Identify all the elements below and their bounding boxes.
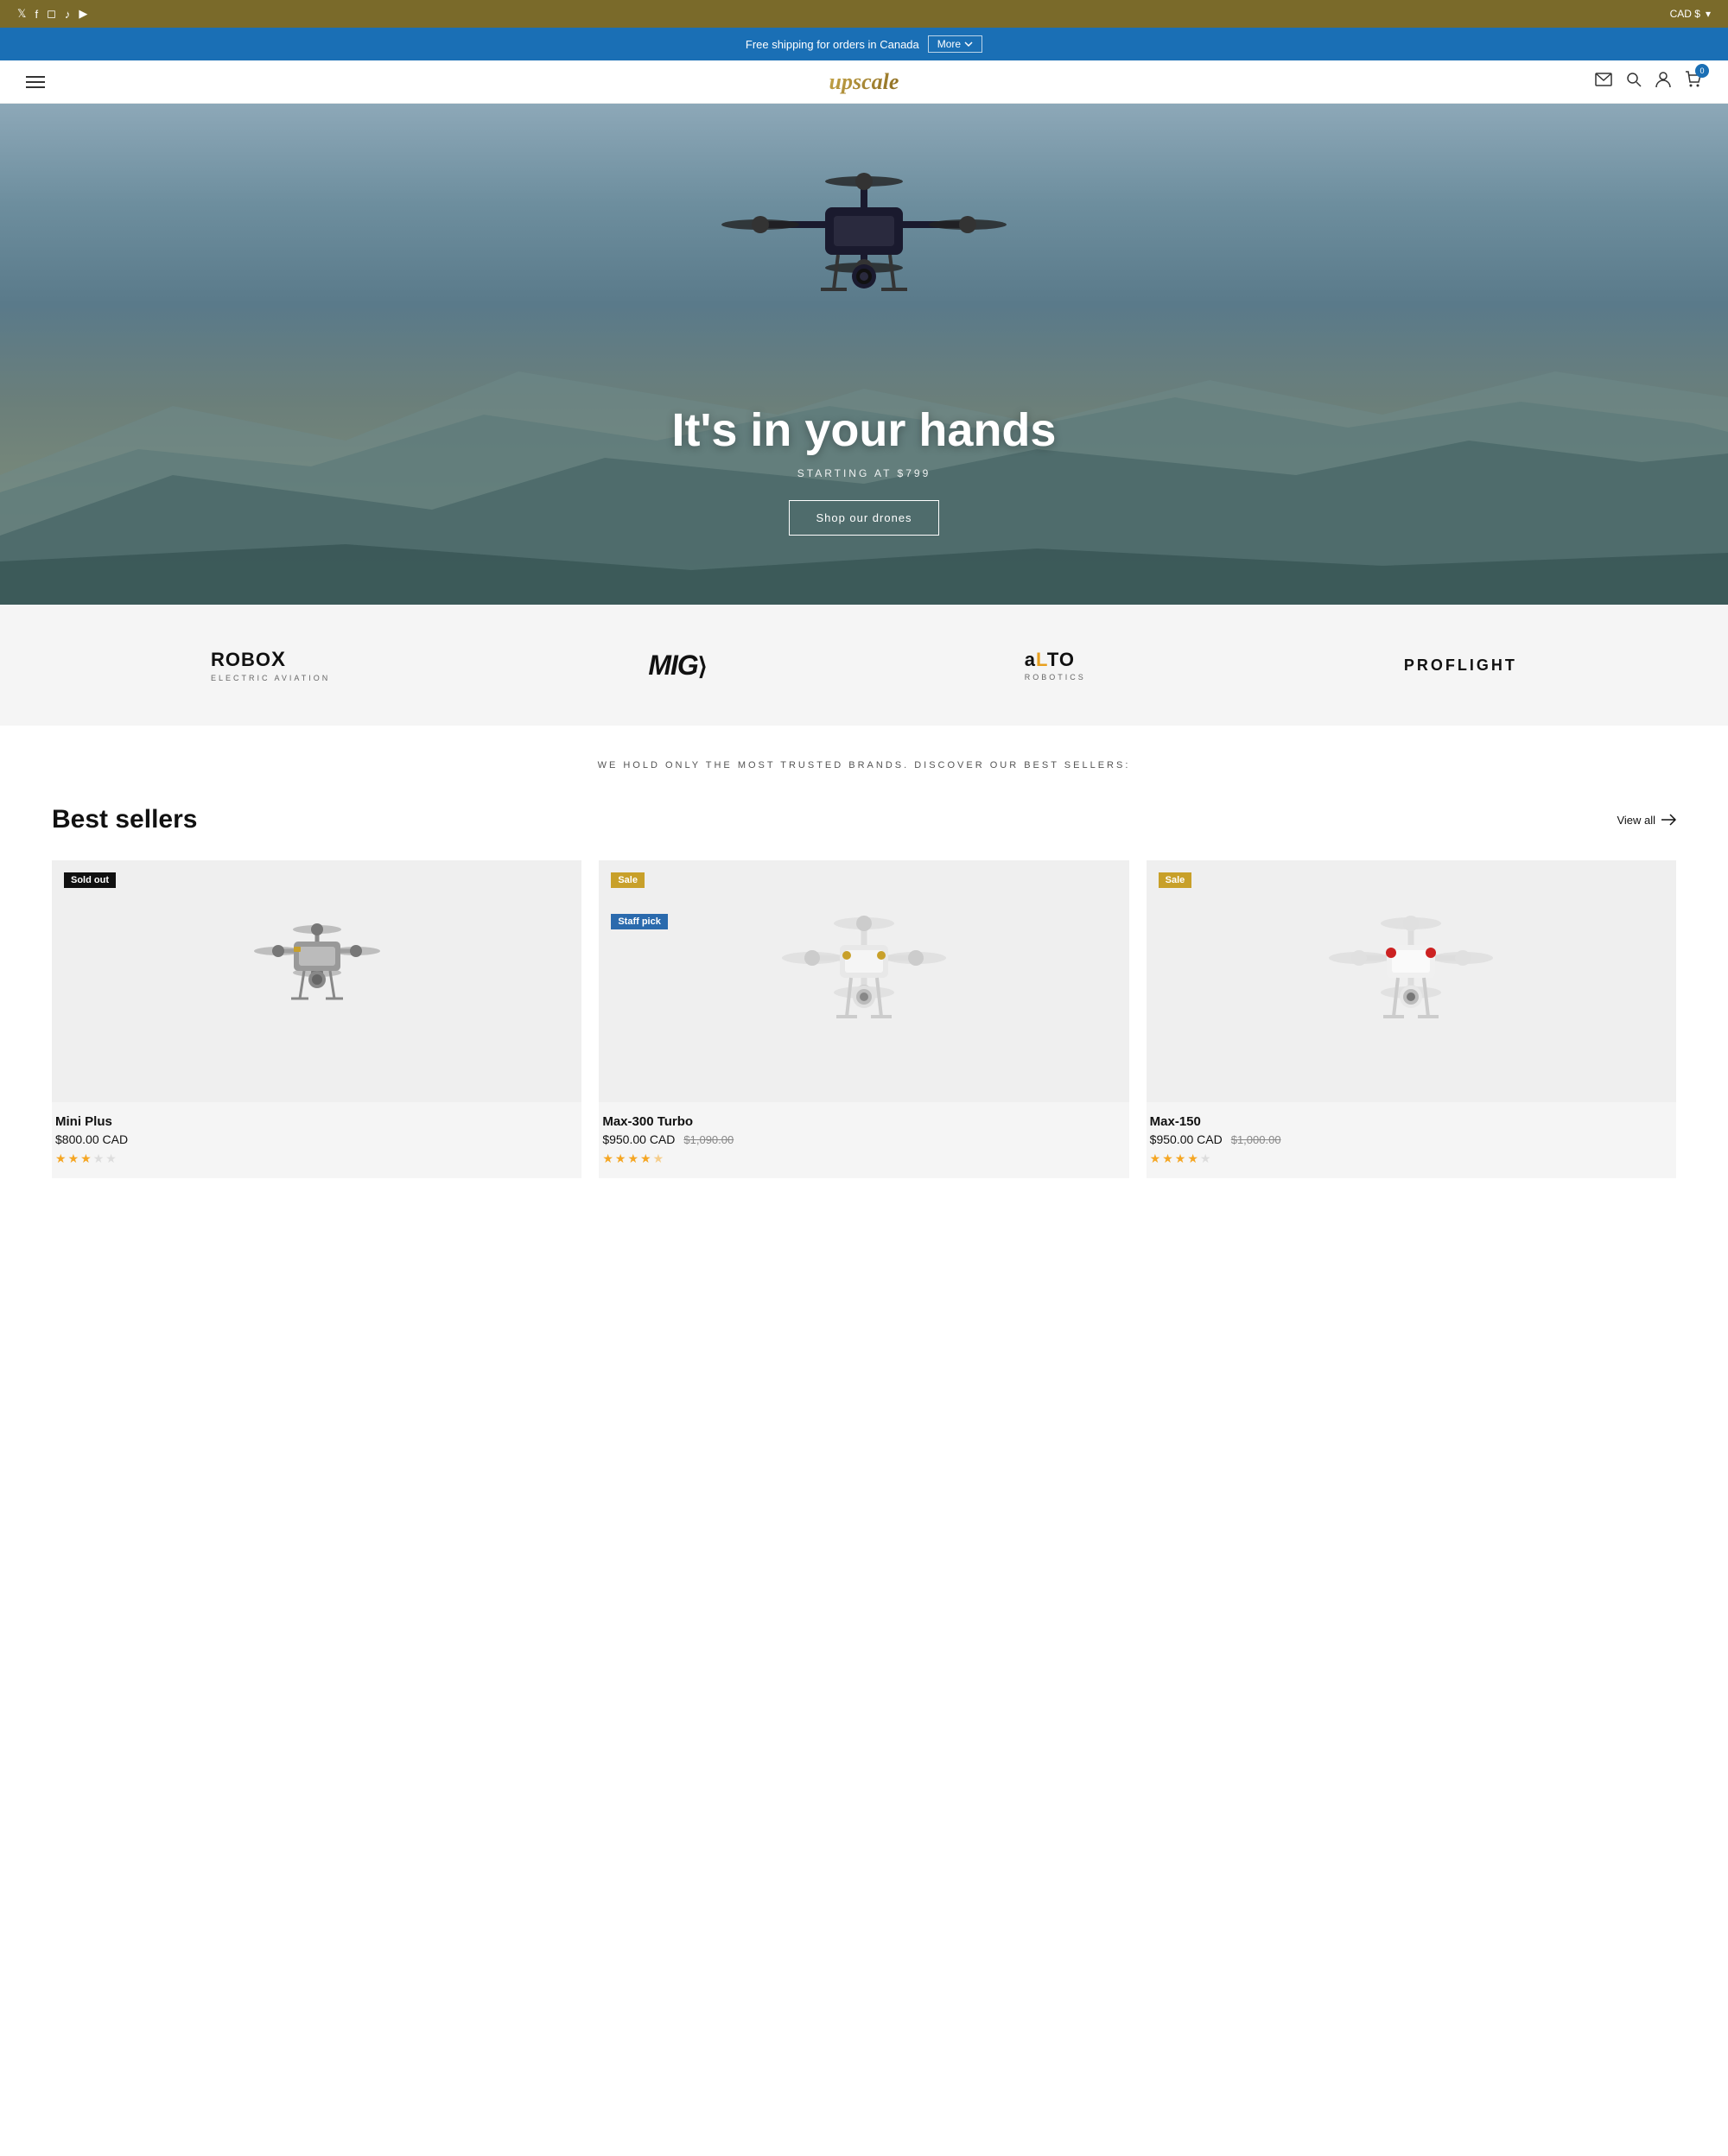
star-2: ★ [68, 1151, 79, 1166]
menu-line-1 [26, 76, 45, 78]
vimeo-icon[interactable]: ▶ [79, 7, 87, 21]
menu-button[interactable] [26, 76, 45, 88]
star-3-3: ★ [1175, 1151, 1186, 1166]
product-price-3: $950.00 CAD $1,000.00 [1150, 1132, 1673, 1146]
star-3-5: ★ [1200, 1151, 1211, 1166]
best-sellers-header: Best sellers View all [52, 805, 1676, 834]
shop-drones-button[interactable]: Shop our drones [789, 500, 938, 536]
product-image-mini-plus: Sold out [52, 860, 581, 1102]
brand-alto[interactable]: aLTO ROBOTICS [1025, 649, 1086, 682]
badge-staff-pick-2: Staff pick [611, 914, 668, 929]
social-links: 𝕏 f ◻ ♪ ▶ [17, 7, 87, 21]
brand-proflight[interactable]: PROFLIGHT [1404, 656, 1517, 675]
brand-robox[interactable]: ROBOX ELECTRIC AVIATION [211, 648, 330, 682]
brand-mig[interactable]: MIG⟩ [648, 650, 706, 682]
product-card-2[interactable]: Sale Staff pick [599, 860, 1128, 1178]
tagline-section: WE HOLD ONLY THE MOST TRUSTED BRANDS. DI… [0, 726, 1728, 788]
star-2-4: ★ [640, 1151, 651, 1166]
badge-sale-3: Sale [1159, 872, 1192, 888]
cart-count: 0 [1695, 64, 1709, 78]
twitter-icon[interactable]: 𝕏 [17, 7, 26, 21]
product-image-max150: Sale [1147, 860, 1676, 1102]
star-4: ★ [93, 1151, 105, 1166]
header-right: 0 [1595, 71, 1702, 92]
brand-proflight-name: PROFLIGHT [1404, 656, 1517, 674]
hero-section: It's in your hands STARTING AT $799 Shop… [0, 104, 1728, 605]
facebook-icon[interactable]: f [35, 8, 38, 21]
product-name-1: Mini Plus [55, 1114, 578, 1129]
view-all-link[interactable]: View all [1617, 814, 1676, 827]
logo[interactable]: upscale [829, 69, 899, 95]
hero-subtitle: STARTING AT $799 [672, 467, 1057, 479]
brand-alto-name: aLTO [1025, 649, 1075, 670]
account-icon[interactable] [1655, 71, 1671, 92]
drone-image-3 [1316, 906, 1506, 1057]
header: upscale 0 [0, 60, 1728, 104]
drone-image-2 [769, 906, 959, 1057]
star-2-5: ★ [653, 1151, 664, 1166]
tagline-text: WE HOLD ONLY THE MOST TRUSTED BRANDS. DI… [598, 760, 1131, 770]
cart-icon[interactable]: 0 [1685, 71, 1702, 92]
price-original-3: $1,000.00 [1231, 1133, 1281, 1146]
star-2-3: ★ [627, 1151, 638, 1166]
currency-label: CAD $ [1670, 8, 1700, 20]
price-current-1: $800.00 CAD [55, 1132, 128, 1146]
product-card-3[interactable]: Sale [1147, 860, 1676, 1178]
price-current-3: $950.00 CAD [1150, 1132, 1223, 1146]
arrow-right-icon [1661, 814, 1676, 826]
view-all-label: View all [1617, 814, 1655, 827]
product-info-1: Mini Plus $800.00 CAD ★ ★ ★ ★ ★ [52, 1102, 581, 1178]
product-info-3: Max-150 $950.00 CAD $1,000.00 ★ ★ ★ ★ ★ [1147, 1102, 1676, 1178]
product-image-max300: Sale Staff pick [599, 860, 1128, 1102]
top-bar: 𝕏 f ◻ ♪ ▶ CAD $ ▾ [0, 0, 1728, 28]
product-stars-2: ★ ★ ★ ★ ★ [602, 1151, 1125, 1166]
price-current-2: $950.00 CAD [602, 1132, 675, 1146]
star-1: ★ [55, 1151, 67, 1166]
search-icon[interactable] [1626, 72, 1642, 92]
drone-hero-image [691, 155, 1037, 350]
product-price-2: $950.00 CAD $1,090.00 [602, 1132, 1125, 1146]
star-3: ★ [80, 1151, 92, 1166]
currency-arrow: ▾ [1706, 8, 1711, 20]
menu-line-3 [26, 86, 45, 88]
email-icon[interactable] [1595, 73, 1612, 91]
product-info-2: Max-300 Turbo $950.00 CAD $1,090.00 ★ ★ … [599, 1102, 1128, 1178]
hero-content: It's in your hands STARTING AT $799 Shop… [672, 403, 1057, 536]
star-3-4: ★ [1187, 1151, 1198, 1166]
star-2-2: ★ [615, 1151, 626, 1166]
more-button[interactable]: More [928, 35, 982, 53]
instagram-icon[interactable]: ◻ [47, 7, 56, 21]
header-left [26, 76, 45, 88]
star-3-1: ★ [1150, 1151, 1161, 1166]
product-stars-1: ★ ★ ★ ★ ★ [55, 1151, 578, 1166]
best-sellers-title: Best sellers [52, 805, 197, 834]
brands-section: ROBOX ELECTRIC AVIATION MIG⟩ aLTO ROBOTI… [0, 605, 1728, 726]
more-label: More [937, 38, 961, 50]
product-name-2: Max-300 Turbo [602, 1114, 1125, 1129]
announcement-bar: Free shipping for orders in Canada More [0, 28, 1728, 60]
star-3-2: ★ [1162, 1151, 1173, 1166]
menu-line-2 [26, 81, 45, 83]
brand-robox-sub: ELECTRIC AVIATION [211, 674, 330, 682]
product-stars-3: ★ ★ ★ ★ ★ [1150, 1151, 1673, 1166]
star-5: ★ [105, 1151, 117, 1166]
brand-alto-sub: ROBOTICS [1025, 673, 1086, 682]
product-card[interactable]: Sold out [52, 860, 581, 1178]
badge-sale-2: Sale [611, 872, 645, 888]
price-original-2: $1,090.00 [683, 1133, 734, 1146]
announcement-text: Free shipping for orders in Canada [746, 38, 919, 51]
badge-sold-out: Sold out [64, 872, 116, 888]
brand-robox-name: ROBOX [211, 649, 286, 670]
chevron-down-icon [964, 40, 973, 48]
tiktok-icon[interactable]: ♪ [65, 8, 71, 21]
best-sellers-section: Best sellers View all Sold out [0, 788, 1728, 1230]
product-grid: Sold out [52, 860, 1676, 1178]
drone-image-1 [226, 912, 408, 1050]
brand-mig-name: MIG⟩ [648, 650, 706, 681]
currency-selector[interactable]: CAD $ ▾ [1670, 8, 1711, 20]
product-price-1: $800.00 CAD [55, 1132, 578, 1146]
star-2-1: ★ [602, 1151, 613, 1166]
hero-title: It's in your hands [672, 403, 1057, 457]
product-name-3: Max-150 [1150, 1114, 1673, 1129]
